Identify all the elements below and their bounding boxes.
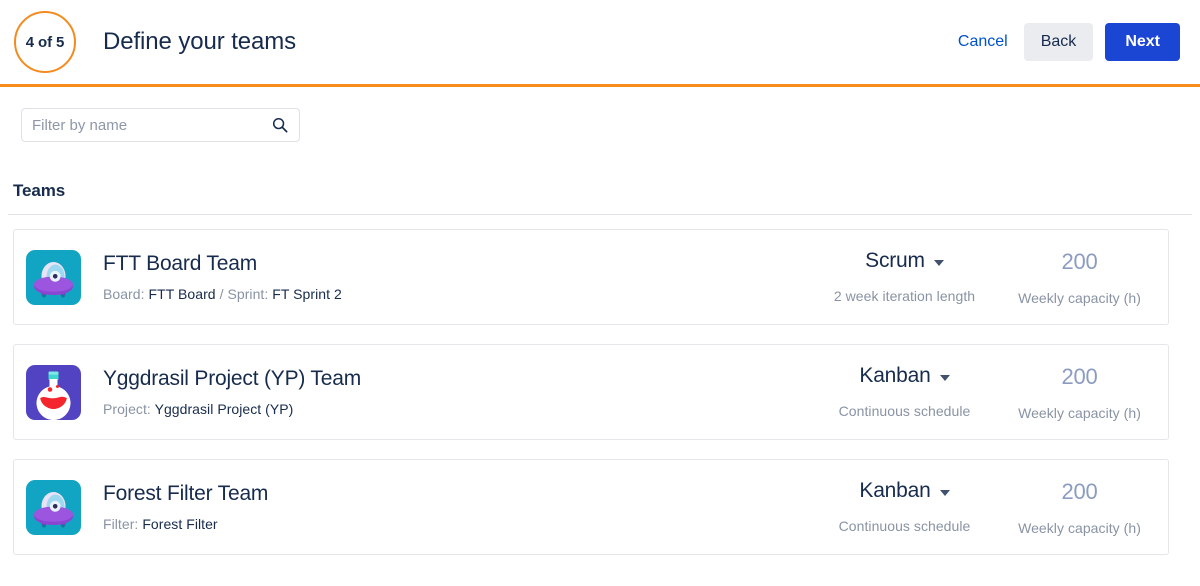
chevron-down-icon[interactable] [933,259,944,266]
team-meta: Filter: Forest Filter [103,516,812,532]
team-name: FTT Board Team [103,252,257,276]
capacity-column: 200 Weekly capacity (h) [997,364,1162,421]
cancel-button[interactable]: Cancel [954,26,1012,58]
schedule-description-label: Continuous schedule [838,402,971,419]
team-meta: Board: FTT Board / Sprint: FT Sprint 2 [103,286,812,302]
team-settings-group: Kanban Continuous schedule 200 Weekly capac… [812,364,1162,421]
header-left-group: 4 of 5 Define your teams [8,11,954,73]
step-indicator-label: 4 of 5 [25,33,65,51]
step-indicator-badge: 4 of 5 [14,11,76,73]
ufo-avatar-icon [26,479,81,535]
team-meta-value: Forest Filter [142,515,218,532]
team-settings-group: Scrum 2 week iteration length 200 Weekly ca… [812,249,1162,306]
team-settings-group: Kanban Continuous schedule 200 Weekly capac… [812,479,1162,536]
team-meta-label: Board: [103,285,145,302]
team-meta-label: Project: [103,400,151,417]
filter-field[interactable] [21,108,300,142]
schedule-column: Kanban Continuous schedule [812,479,997,534]
team-meta: Project: Yggdrasil Project (YP) [103,401,812,417]
weekly-capacity-value[interactable]: 200 [1061,479,1097,505]
header-actions: Cancel Back Next [954,23,1180,61]
teams-section-header: Teams [8,181,1192,201]
team-name: Forest Filter Team [103,482,269,506]
schedule-type-value: Kanban [859,478,931,502]
schedule-type-value: Kanban [859,363,931,387]
weekly-capacity-label: Weekly capacity (h) [1018,519,1141,536]
schedule-column: Kanban Continuous schedule [812,364,997,419]
capacity-column: 200 Weekly capacity (h) [997,479,1162,536]
schedule-description-label: Continuous schedule [838,517,971,534]
chevron-down-icon[interactable] [939,374,950,381]
search-icon[interactable] [272,117,288,133]
schedule-description-label: 2 week iteration length [833,287,976,304]
team-card[interactable]: Forest Filter Team Filter: Forest Filter K… [13,459,1169,555]
next-button[interactable]: Next [1105,23,1180,61]
team-meta-label: Sprint: [227,285,269,302]
team-meta-label: Filter: [103,515,139,532]
page-header: 4 of 5 Define your teams Cancel Back Nex… [0,0,1200,84]
weekly-capacity-label: Weekly capacity (h) [1018,289,1141,306]
schedule-type-dropdown[interactable]: Scrum [865,249,944,273]
team-meta-value: FT Sprint 2 [272,285,342,302]
search-input[interactable] [22,109,299,141]
chevron-down-icon[interactable] [939,489,950,496]
team-card[interactable]: Yggdrasil Project (YP) Team Project: Yggd… [13,344,1169,440]
weekly-capacity-value[interactable]: 200 [1061,249,1097,275]
weekly-capacity-value[interactable]: 200 [1061,364,1097,390]
back-button[interactable]: Back [1023,23,1094,61]
team-meta-value: Yggdrasil Project (YP) [154,400,294,417]
ufo-avatar-icon [26,249,81,305]
weekly-capacity-label: Weekly capacity (h) [1018,404,1141,421]
team-name: Yggdrasil Project (YP) Team [103,367,361,391]
team-info: FTT Board Team Board: FTT Board / Sprint:… [103,252,812,301]
team-info: Yggdrasil Project (YP) Team Project: Yggd… [103,367,812,416]
flask-avatar-icon [26,364,81,420]
team-info: Forest Filter Team Filter: Forest Filter [103,482,812,531]
page-content: Teams FTT Board Team Board: FTT Board / S… [0,87,1200,555]
schedule-type-dropdown[interactable]: Kanban [859,363,950,388]
teams-heading: Teams [13,181,66,200]
team-card[interactable]: FTT Board Team Board: FTT Board / Sprint:… [13,229,1169,325]
filter-row [8,87,1192,142]
capacity-column: 200 Weekly capacity (h) [997,249,1162,306]
page-title: Define your teams [103,28,297,55]
schedule-type-value: Scrum [865,248,925,272]
schedule-column: Scrum 2 week iteration length [812,249,997,304]
schedule-type-dropdown[interactable]: Kanban [859,478,950,503]
team-meta-separator: / [219,285,224,302]
section-divider [8,214,1192,215]
teams-list: FTT Board Team Board: FTT Board / Sprint:… [8,229,1192,555]
team-meta-value: FTT Board [148,285,216,302]
